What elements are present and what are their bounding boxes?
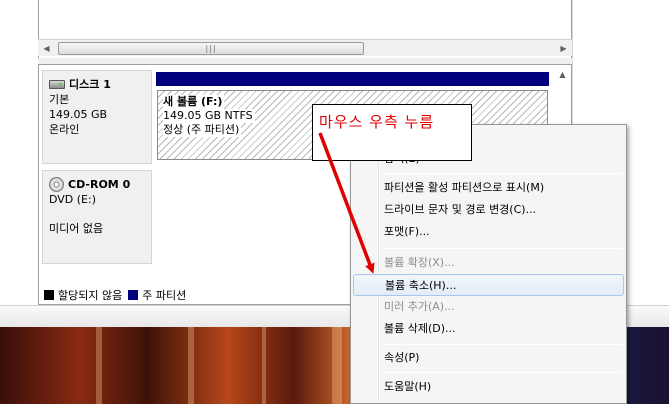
cd-rom-status: 미디어 없음	[49, 222, 104, 235]
legend-primary: 주 파티션	[142, 289, 187, 302]
horizontal-scrollbar[interactable]: ◀ ||| ▶	[38, 39, 572, 56]
volume-name: 새 볼륨 (F:)	[163, 95, 225, 109]
menu-item-help[interactable]: 도움말(H)	[353, 376, 624, 398]
cd-rom-name: CD-ROM 0	[68, 178, 131, 191]
disk-status: 온라인	[49, 123, 80, 136]
menu-separator	[381, 344, 623, 345]
menu-item-extend-volume: 볼륨 확장(X)...	[384, 256, 455, 269]
menu-separator	[381, 248, 623, 249]
cd-rom-icon	[49, 177, 64, 192]
annotation-callout: 마우스 우측 누름	[312, 104, 472, 161]
cd-rom-type: DVD (E:)	[49, 193, 97, 206]
menu-item-format[interactable]: 포맷(F)...	[353, 221, 624, 243]
scrollbar-thumb[interactable]: |||	[58, 42, 364, 55]
menu-item-delete-volume[interactable]: 볼륨 삭제(D)...	[353, 318, 624, 340]
menu-item-add-mirror: 미러 추가(A)...	[384, 300, 455, 313]
menu-item-change-drive-letter[interactable]: 드라이브 문자 및 경로 변경(C)...	[353, 199, 624, 221]
unallocated-swatch	[44, 290, 54, 300]
primary-swatch	[128, 290, 139, 300]
disk-name: 디스크 1	[69, 78, 111, 91]
window-left-margin	[0, 0, 38, 327]
scroll-right-icon[interactable]: ▶	[555, 40, 572, 57]
context-menu: 열기(O) 탐색(E) 파티션을 활성 파티션으로 표시(M) 드라이브 문자 …	[350, 124, 627, 404]
disk-1-label[interactable]: 디스크 1 기본 149.05 GB 온라인	[42, 70, 152, 164]
menu-separator	[381, 372, 623, 373]
menu-separator	[381, 173, 623, 174]
hard-disk-icon	[49, 80, 65, 89]
scroll-left-icon[interactable]: ◀	[38, 40, 55, 57]
menu-item-mark-active[interactable]: 파티션을 활성 파티션으로 표시(M)	[353, 177, 624, 199]
volume-size-fs: 149.05 GB NTFS	[163, 109, 255, 123]
menu-item-properties[interactable]: 속성(P)	[353, 347, 624, 369]
volume-status: 정상 (주 파티션)	[163, 123, 242, 137]
menu-item-shrink-volume[interactable]: 볼륨 축소(H)...	[353, 274, 624, 296]
cd-rom-label[interactable]: CD-ROM 0 DVD (E:) 미디어 없음	[42, 170, 152, 264]
disk-type: 기본	[49, 93, 70, 106]
partition-legend: 할당되지 않음 주 파티션	[40, 286, 360, 304]
primary-partition-header	[156, 72, 549, 86]
scroll-up-icon[interactable]: ▲	[554, 66, 571, 84]
legend-unallocated: 할당되지 않음	[58, 289, 123, 302]
disk-size: 149.05 GB	[49, 108, 108, 121]
